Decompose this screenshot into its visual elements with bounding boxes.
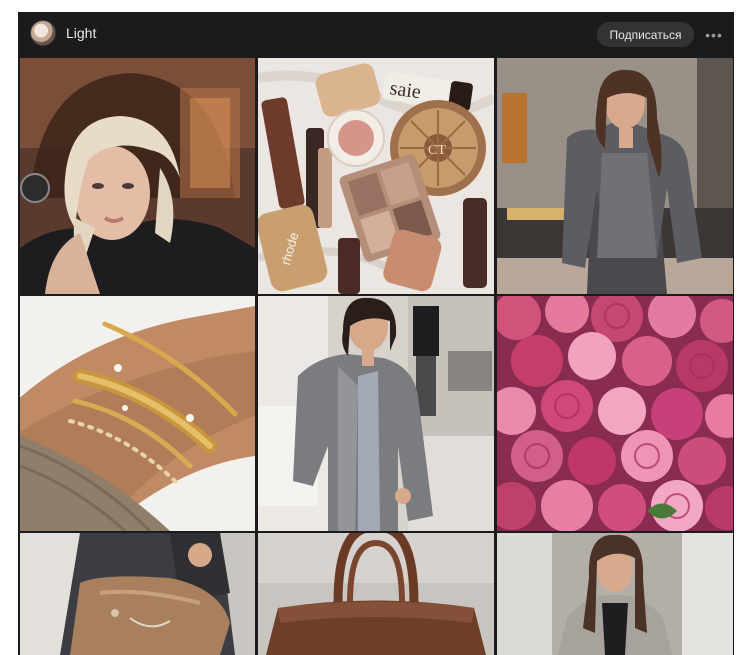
woman-grey-blazer-image[interactable] xyxy=(258,296,494,531)
profile-avatar[interactable] xyxy=(30,20,56,46)
brown-handbag-image[interactable] xyxy=(258,533,494,655)
woman-leather-bag-image[interactable] xyxy=(20,533,255,655)
profile-name[interactable]: Light xyxy=(66,25,96,42)
more-options-icon[interactable]: ••• xyxy=(702,22,726,47)
blonde-woman-portrait-image[interactable] xyxy=(20,58,255,294)
subscribe-button[interactable]: Подписаться xyxy=(597,22,694,47)
makeup-palette-label: CT xyxy=(428,143,446,158)
gold-bracelets-wrist-image[interactable] xyxy=(20,296,255,531)
gallery-window: Light Подписаться ••• saie CT rhode xyxy=(18,12,734,655)
woman-grey-dress-image[interactable] xyxy=(497,58,733,294)
woman-grey-coat-image[interactable] xyxy=(497,533,733,655)
makeup-products-flatlay-image[interactable]: saie CT rhode xyxy=(258,58,494,294)
pink-roses-bouquet-image[interactable] xyxy=(497,296,733,531)
makeup-brand-label: saie xyxy=(388,77,422,103)
photo-grid: saie CT rhode xyxy=(20,58,733,655)
profile-header: Light Подписаться ••• xyxy=(18,12,734,56)
